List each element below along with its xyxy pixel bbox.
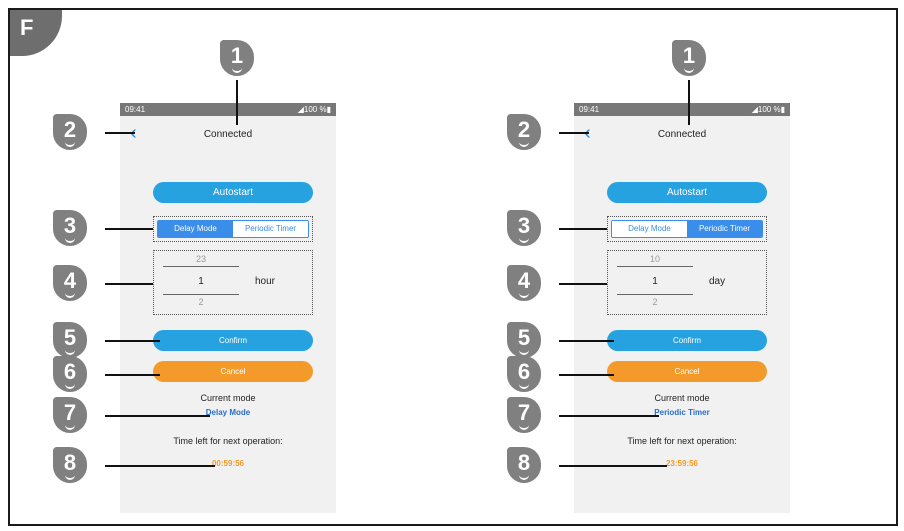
callout-badge-6: 6 xyxy=(507,356,541,392)
callout-badge-5: 5 xyxy=(507,322,541,358)
picker-divider xyxy=(617,266,693,267)
picker-prev-value[interactable]: 10 xyxy=(617,254,693,264)
callout-leader xyxy=(105,465,215,467)
picker-current-value[interactable]: 1 xyxy=(163,276,239,287)
confirm-button[interactable]: Confirm xyxy=(607,330,767,351)
status-bar: 09:41 ◢100 %▮ xyxy=(120,103,336,116)
cancel-button[interactable]: Cancel xyxy=(607,361,767,382)
picker-unit: day xyxy=(709,276,726,287)
tab-periodic-timer[interactable]: Periodic Timer xyxy=(233,221,308,237)
callout-leader xyxy=(559,374,614,376)
callout-badge-6: 6 xyxy=(53,356,87,392)
callout-badge-3: 3 xyxy=(507,210,541,246)
picker-unit: hour xyxy=(255,276,276,287)
callout-badge-3: 3 xyxy=(53,210,87,246)
callout-leader xyxy=(105,415,210,417)
figure-label: F xyxy=(20,15,34,40)
current-mode-label: Current mode xyxy=(200,393,256,403)
callout-badge-1: 1 xyxy=(220,40,254,76)
callout-leader xyxy=(105,283,153,285)
time-left-label: Time left for next operation: xyxy=(627,436,737,446)
callout-leader xyxy=(559,283,607,285)
callout-badge-4: 4 xyxy=(53,265,87,301)
callout-badge-5: 5 xyxy=(53,322,87,358)
callout-badge-8: 8 xyxy=(53,447,87,483)
callout-leader xyxy=(559,465,667,467)
connection-title: Connected xyxy=(657,129,707,140)
callout-leader xyxy=(105,340,160,342)
status-time: 09:41 xyxy=(579,105,600,114)
current-mode-label: Current mode xyxy=(654,393,710,403)
tab-periodic-timer[interactable]: Periodic Timer xyxy=(687,221,762,237)
picker-next-value[interactable]: 2 xyxy=(617,297,693,307)
callout-badge-7: 7 xyxy=(53,397,87,433)
tab-delay-mode[interactable]: Delay Mode xyxy=(158,221,233,237)
autostart-button[interactable]: Autostart xyxy=(153,182,313,203)
confirm-button[interactable]: Confirm xyxy=(153,330,313,351)
callout-leader xyxy=(105,374,160,376)
callout-leader xyxy=(105,132,135,134)
autostart-button[interactable]: Autostart xyxy=(607,182,767,203)
cancel-button[interactable]: Cancel xyxy=(153,361,313,382)
time-left-label: Time left for next operation: xyxy=(173,436,283,446)
phone-screen-periodic: 09:41 ◢100 %▮ ‹ Connected Autostart Dela… xyxy=(574,103,790,513)
picker-divider xyxy=(163,266,239,267)
callout-badge-2: 2 xyxy=(507,114,541,150)
status-time: 09:41 xyxy=(125,105,146,114)
mode-segmented-control[interactable]: Delay Mode Periodic Timer xyxy=(157,220,309,238)
picker-current-value[interactable]: 1 xyxy=(617,276,693,287)
picker-prev-value[interactable]: 23 xyxy=(163,254,239,264)
battery-status: ◢100 %▮ xyxy=(297,105,331,114)
battery-status: ◢100 %▮ xyxy=(751,105,785,114)
picker-next-value[interactable]: 2 xyxy=(163,297,239,307)
callout-leader xyxy=(559,340,614,342)
callout-leader xyxy=(559,228,607,230)
connection-title: Connected xyxy=(203,129,253,140)
mode-segmented-control[interactable]: Delay Mode Periodic Timer xyxy=(611,220,763,238)
tab-delay-mode[interactable]: Delay Mode xyxy=(612,221,687,237)
callout-leader xyxy=(105,228,153,230)
callout-leader xyxy=(236,80,238,125)
phone-screen-delay: 09:41 ◢100 %▮ ‹ Connected Autostart Dela… xyxy=(120,103,336,513)
callout-leader xyxy=(559,132,589,134)
callout-badge-1: 1 xyxy=(672,40,706,76)
callout-badge-4: 4 xyxy=(507,265,541,301)
status-bar: 09:41 ◢100 %▮ xyxy=(574,103,790,116)
picker-divider xyxy=(617,294,693,295)
callout-badge-8: 8 xyxy=(507,447,541,483)
callout-badge-7: 7 xyxy=(507,397,541,433)
picker-divider xyxy=(163,294,239,295)
callout-leader xyxy=(688,80,690,125)
callout-badge-2: 2 xyxy=(53,114,87,150)
callout-leader xyxy=(559,415,659,417)
